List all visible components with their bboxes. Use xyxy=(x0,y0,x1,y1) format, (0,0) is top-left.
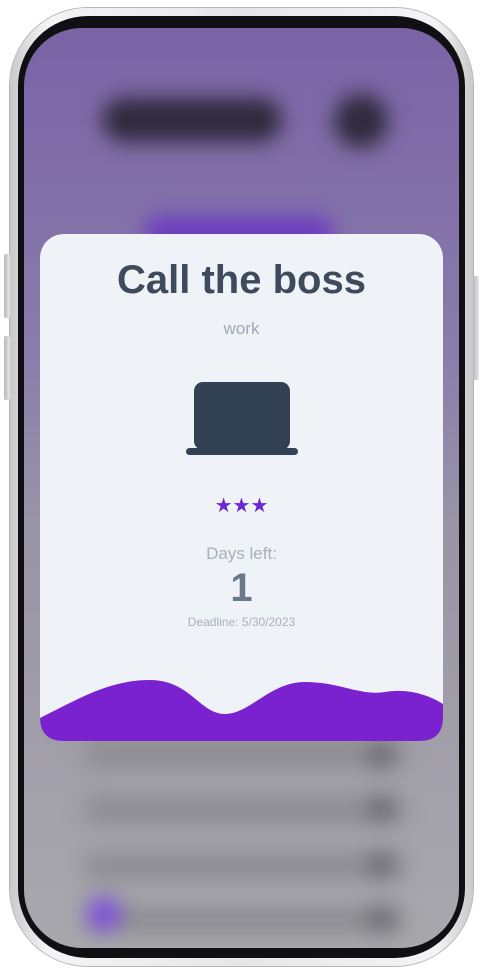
blurred-list-row xyxy=(84,906,404,934)
blurred-list-row xyxy=(84,796,404,824)
blurred-header-pill xyxy=(102,98,282,142)
decorative-wave xyxy=(40,680,443,741)
blurred-row-dot xyxy=(366,740,396,770)
blurred-row-dot xyxy=(366,904,396,934)
task-title: Call the boss xyxy=(117,258,366,302)
days-left-value: 1 xyxy=(230,566,253,610)
task-category: work xyxy=(223,319,260,338)
days-left-label: Days left: xyxy=(206,544,277,563)
deadline-text: Deadline: 5/30/2023 xyxy=(187,615,296,629)
blurred-row-dot xyxy=(366,794,396,824)
priority-stars: ★★★ xyxy=(214,495,269,517)
task-detail-card[interactable] xyxy=(40,234,443,741)
blurred-list-row xyxy=(84,852,404,880)
blurred-list-row xyxy=(84,740,404,768)
blurred-row-dot xyxy=(366,850,396,880)
volume-down-button xyxy=(4,336,10,400)
laptop-icon xyxy=(186,382,298,455)
blurred-row-icon xyxy=(86,896,122,932)
blurred-avatar xyxy=(334,94,388,148)
